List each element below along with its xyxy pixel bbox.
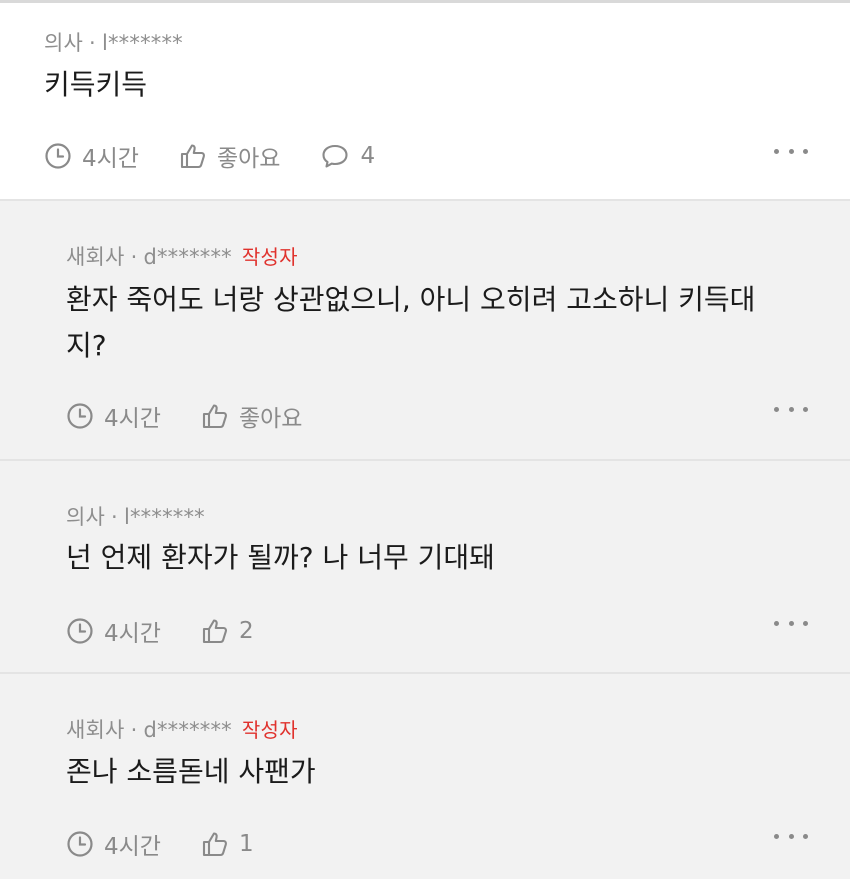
author-id[interactable]: l*******: [124, 505, 205, 529]
time-label: 4시간: [82, 146, 139, 172]
comment-reply: 의사 · l******* 넌 언제 환자가 될까? 나 너무 기대돼 4시간 2: [0, 459, 850, 672]
like-label: 좋아요: [238, 406, 303, 432]
thumbs-up-icon: [202, 619, 227, 644]
meta-separator: ·: [111, 505, 118, 529]
timestamp: 4시간: [66, 614, 161, 648]
like-button[interactable]: 좋아요: [179, 139, 280, 173]
comment-footer: 4시간 좋아요 4: [44, 139, 415, 173]
like-button[interactable]: 2: [201, 617, 254, 645]
meta-separator: ·: [89, 31, 96, 55]
comment-meta: 새회사 · d******* 작성자: [66, 241, 298, 271]
meta-separator: ·: [130, 245, 138, 269]
timestamp: 4시간: [66, 399, 161, 433]
comment-reply: 새회사 · d******* 작성자 환자 죽어도 너랑 상관없으니, 아니 오히려 …: [0, 199, 850, 459]
more-dots-icon[interactable]: [774, 826, 808, 846]
like-label: 좋아요: [216, 146, 281, 172]
more-dots-icon[interactable]: [774, 141, 808, 161]
like-count: 1: [238, 831, 254, 857]
comment-meta: 새회사 · d******* 작성자: [66, 714, 298, 744]
author-id[interactable]: d*******: [143, 245, 231, 269]
time-label: 4시간: [104, 406, 161, 432]
more-dots-icon[interactable]: [774, 613, 808, 633]
author-badge: 작성자: [241, 718, 298, 742]
thumbs-up-icon: [202, 404, 227, 429]
comment-meta: 의사 · l*******: [66, 501, 205, 531]
like-button[interactable]: 좋아요: [201, 399, 302, 433]
clock-icon: [67, 403, 93, 429]
meta-separator: ·: [130, 718, 138, 742]
clock-icon: [45, 143, 71, 169]
author-job: 의사: [44, 31, 84, 55]
comment-text: 넌 언제 환자가 될까? 나 너무 기대돼: [66, 541, 495, 574]
reply-count: 4: [360, 143, 376, 169]
comment-footer: 4시간 1: [66, 827, 294, 861]
timestamp: 4시간: [66, 827, 161, 861]
comment-main: 의사 · l******* 키득키득 4시간 좋아요 4: [0, 3, 850, 200]
comment-meta: 의사 · l*******: [44, 27, 183, 57]
comment-footer: 4시간 좋아요: [66, 399, 342, 433]
comment-text: 키득키득: [44, 68, 148, 101]
comment-bubble-icon: [322, 144, 349, 168]
thumbs-up-icon: [180, 144, 205, 169]
more-dots-icon[interactable]: [774, 399, 808, 419]
like-button[interactable]: 1: [201, 830, 254, 858]
comment-text-line-1: 환자 죽어도 너랑 상관없으니, 아니 오히려 고소하니 키득대: [66, 283, 756, 316]
comment-reply: 새회사 · d******* 작성자 존나 소름돋네 사팬가 4시간 1: [0, 672, 850, 879]
timestamp: 4시간: [44, 139, 139, 173]
time-label: 4시간: [104, 621, 161, 647]
clock-icon: [67, 831, 93, 857]
time-label: 4시간: [104, 834, 161, 860]
thumbs-up-icon: [202, 832, 227, 857]
author-job: 새회사: [66, 718, 125, 742]
author-id[interactable]: l*******: [102, 31, 183, 55]
author-job: 새회사: [66, 245, 125, 269]
comment-text-line-2: 지?: [66, 329, 107, 362]
like-count: 2: [238, 618, 254, 644]
author-job: 의사: [66, 505, 106, 529]
reply-count-button[interactable]: 4: [320, 142, 375, 170]
comment-footer: 4시간 2: [66, 614, 294, 648]
author-badge: 작성자: [241, 245, 298, 269]
comment-text: 존나 소름돋네 사팬가: [66, 755, 316, 788]
author-id[interactable]: d*******: [143, 718, 231, 742]
clock-icon: [67, 618, 93, 644]
